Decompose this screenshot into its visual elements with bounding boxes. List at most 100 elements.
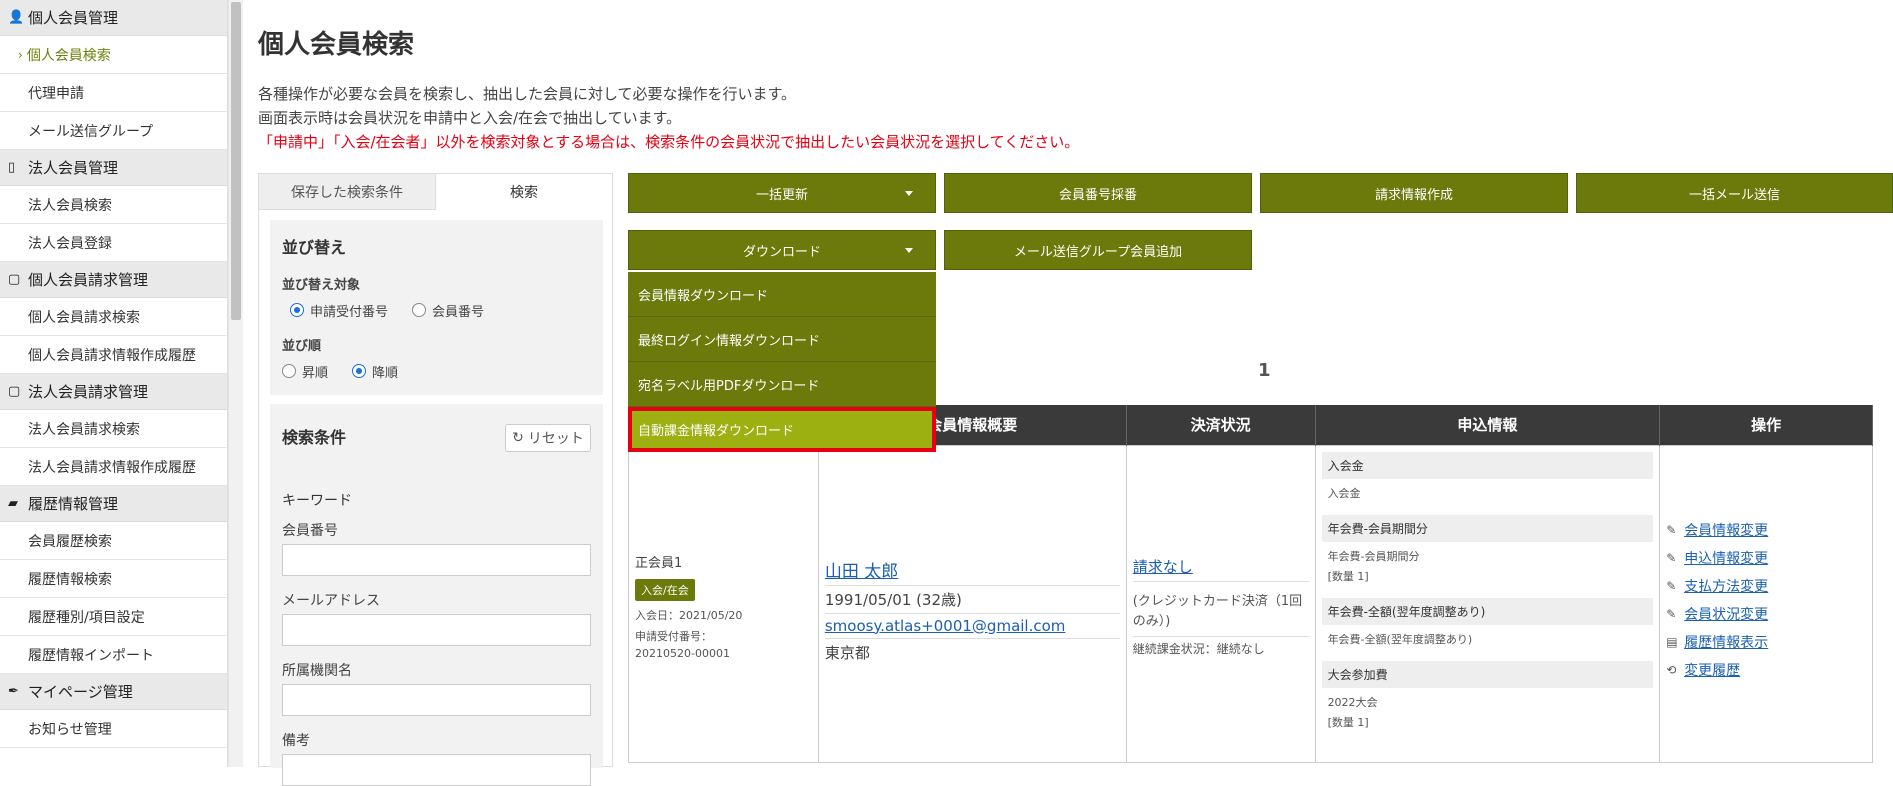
- operation-label: 履歴情報表示: [1684, 634, 1769, 651]
- payment-status-link[interactable]: 請求なし: [1133, 558, 1193, 576]
- sidebar-section-title: マイページ管理: [28, 683, 133, 701]
- affiliation-label: 所属機関名: [282, 663, 352, 679]
- download-address-label-pdf-item[interactable]: 宛名ラベル用PDFダウンロード: [628, 362, 936, 407]
- join-date: 入会日：2021/05/20: [635, 608, 743, 622]
- search-panel: 保存した検索条件 検索 並び替え 並び替え対象 申請受付番号 会員番号 並び順 …: [258, 173, 613, 786]
- sidebar-section-5[interactable]: ✒ マイページ管理: [0, 674, 227, 710]
- sort-target-member-no-radio[interactable]: [412, 303, 427, 317]
- sidebar-item-2-1[interactable]: 個人会員請求情報作成履歴: [0, 336, 227, 374]
- document-icon: ▢: [8, 384, 21, 399]
- application-item-quantity: [数量 1]: [1327, 569, 1369, 583]
- application-item-title: 入会金: [1321, 451, 1654, 479]
- affiliation-input[interactable]: [282, 684, 591, 716]
- page-number[interactable]: 1: [1258, 360, 1271, 381]
- sidebar-section-title: 法人会員請求管理: [28, 383, 149, 401]
- sidebar-item-3-0[interactable]: 法人会員請求検索: [0, 410, 227, 448]
- remarks-input[interactable]: [282, 754, 591, 786]
- sidebar-item-4-2[interactable]: 履歴種別/項目設定: [0, 598, 227, 636]
- caret-down-icon: [905, 191, 913, 196]
- application-item-detail: 入会金: [1327, 486, 1361, 500]
- description-line-2: 画面表示時は会員状況を申請中と入会/在会で抽出しています。: [258, 109, 682, 127]
- operation-link-3[interactable]: ✎ 会員状況変更: [1666, 604, 1866, 624]
- operation-link-5[interactable]: ⟲ 変更履歴: [1666, 660, 1866, 680]
- sidebar-scrollbar[interactable]: [228, 0, 243, 767]
- sidebar-section-2[interactable]: ▢ 個人会員請求管理: [0, 262, 227, 298]
- billing-create-button[interactable]: 請求情報作成: [1260, 173, 1568, 213]
- sidebar-item-0-0[interactable]: › 個人会員検索: [0, 36, 227, 74]
- tab-search[interactable]: 検索: [436, 174, 612, 210]
- pen-icon: ✒: [8, 684, 19, 699]
- page-description: 各種操作が必要な会員を検索し、抽出した会員に対して必要な操作を行います。 画面表…: [258, 82, 1079, 154]
- operation-label: 会員状況変更: [1684, 606, 1769, 623]
- bulk-mail-button[interactable]: 一括メール送信: [1576, 173, 1893, 213]
- status-cell: 正会員1 入会/在会 入会日：2021/05/20 申請受付番号： 202105…: [628, 444, 819, 763]
- sidebar-item-label: お知らせ管理: [28, 721, 112, 738]
- bulk-update-button[interactable]: 一括更新: [628, 173, 936, 213]
- sidebar-item-2-0[interactable]: 個人会員請求検索: [0, 298, 227, 336]
- sidebar-item-4-0[interactable]: 会員履歴検索: [0, 522, 227, 560]
- payment-cell: 請求なし (クレジットカード決済（1回のみ）) 継続課金状況：継続なし: [1125, 444, 1316, 763]
- sidebar-item-4-1[interactable]: 履歴情報検索: [0, 560, 227, 598]
- mail-group-add-button[interactable]: メール送信グループ会員追加: [944, 230, 1252, 270]
- operation-link-1[interactable]: ✎ 申込情報変更: [1666, 548, 1866, 568]
- sidebar-section-title: 個人会員管理: [28, 9, 119, 27]
- description-line-1: 各種操作が必要な会員を検索し、抽出した会員に対して必要な操作を行います。: [258, 85, 797, 103]
- sidebar-section-title: 個人会員請求管理: [28, 271, 149, 289]
- tab-saved-conditions[interactable]: 保存した検索条件: [259, 174, 436, 210]
- download-last-login-item[interactable]: 最終ログイン情報ダウンロード: [628, 317, 936, 362]
- reset-icon: ↻: [512, 430, 524, 446]
- chevron-right-icon: ›: [18, 47, 23, 62]
- sidebar-item-label: 会員履歴検索: [28, 533, 112, 550]
- sidebar-section-3[interactable]: ▢ 法人会員請求管理: [0, 374, 227, 410]
- member-no-input[interactable]: [282, 544, 591, 576]
- sort-target-application-radio[interactable]: [290, 303, 304, 317]
- operations-cell: ✎ 会員情報変更 ✎ 申込情報変更 ✎ 支払方法変更 ✎ 会員状況変更 ▤ 履歴情報表示 ⟲ 変更履歴: [1659, 444, 1873, 763]
- sidebar-item-0-2[interactable]: メール送信グループ: [0, 112, 227, 150]
- history-icon: ⟲: [1666, 662, 1677, 677]
- email-input[interactable]: [282, 614, 591, 646]
- edit-icon: ✎: [1666, 606, 1677, 621]
- sort-title: 並び替え: [282, 238, 347, 257]
- sidebar-item-label: 法人会員登録: [28, 235, 112, 252]
- application-item: 年会費-全額(翌年度調整あり) 年会費-全額(翌年度調整あり): [1321, 597, 1654, 649]
- operation-link-2[interactable]: ✎ 支払方法変更: [1666, 576, 1866, 596]
- reset-button[interactable]: ↻ リセット: [505, 424, 591, 452]
- reset-label: リセット: [527, 431, 584, 447]
- email-label: メールアドレス: [282, 593, 380, 609]
- application-item-title: 年会費-会員期間分: [1321, 514, 1654, 542]
- sort-order-asc-radio[interactable]: [282, 364, 296, 378]
- sidebar-item-5-0[interactable]: お知らせ管理: [0, 710, 227, 748]
- person-icon: 👤: [8, 10, 25, 25]
- sidebar-item-3-1[interactable]: 法人会員請求情報作成履歴: [0, 448, 227, 486]
- sidebar-item-1-0[interactable]: 法人会員検索: [0, 186, 227, 224]
- application-no-label: 申請受付番号：: [635, 629, 712, 643]
- operation-link-4[interactable]: ▤ 履歴情報表示: [1666, 632, 1866, 652]
- sidebar-section-title: 法人会員管理: [28, 159, 119, 177]
- application-item-detail: 年会費-会員期間分: [1327, 549, 1420, 563]
- sidebar-item-label: 法人会員請求情報作成履歴: [28, 459, 196, 476]
- sidebar-item-4-3[interactable]: 履歴情報インポート: [0, 636, 227, 674]
- sort-target-application-label: 申請受付番号: [310, 304, 389, 320]
- sidebar-section-0[interactable]: 👤 個人会員管理: [0, 0, 227, 36]
- sort-order-label: 並び順: [282, 339, 322, 354]
- sidebar-section-4[interactable]: ▰ 履歴情報管理: [0, 486, 227, 522]
- status-badge: 入会/在会: [635, 578, 695, 601]
- download-member-info-item[interactable]: 会員情報ダウンロード: [628, 272, 936, 317]
- sidebar-item-0-1[interactable]: 代理申請: [0, 74, 227, 112]
- sidebar-item-label: 履歴情報検索: [28, 571, 112, 588]
- download-auto-billing-item[interactable]: 自動課金情報ダウンロード: [628, 407, 936, 452]
- sidebar-item-label: 個人会員検索: [26, 47, 111, 64]
- sidebar-section-1[interactable]: ▯ 法人会員管理: [0, 150, 227, 186]
- main-content: 個人会員検索 各種操作が必要な会員を検索し、抽出した会員に対して必要な操作を行い…: [258, 0, 1893, 786]
- sidebar-item-1-1[interactable]: 法人会員登録: [0, 224, 227, 262]
- member-number-button[interactable]: 会員番号採番: [944, 173, 1252, 213]
- scrollbar-thumb[interactable]: [231, 2, 241, 320]
- download-button[interactable]: ダウンロード: [628, 230, 936, 270]
- email-link[interactable]: smoosy.atlas+0001@gmail.com: [825, 617, 1066, 635]
- operation-link-0[interactable]: ✎ 会員情報変更: [1666, 520, 1866, 540]
- address: 東京都: [824, 643, 870, 662]
- sort-order-desc-radio[interactable]: [352, 364, 367, 378]
- table-row: 正会員1 入会/在会 入会日：2021/05/20 申請受付番号： 202105…: [628, 444, 1873, 763]
- member-name-link[interactable]: 山田 太郎: [825, 562, 898, 582]
- sort-target-member-no-label: 会員番号: [432, 304, 485, 320]
